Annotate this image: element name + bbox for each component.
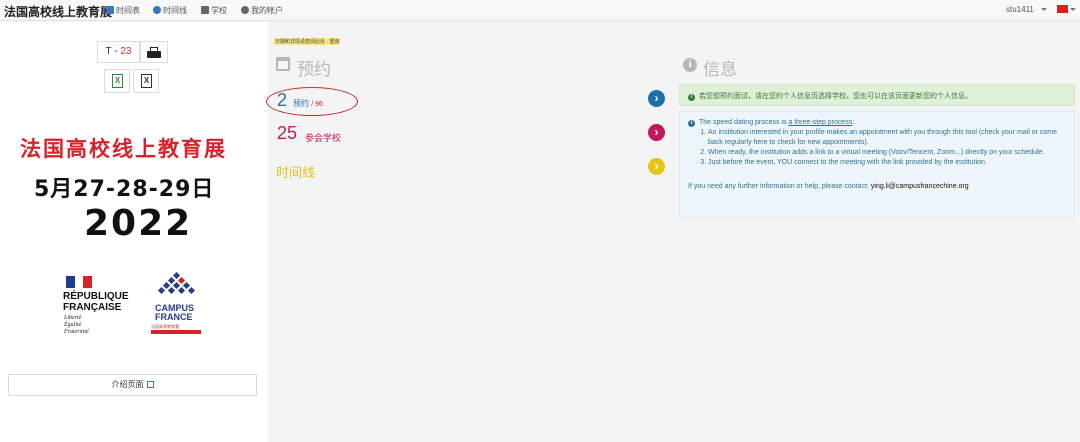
info-icon: i (683, 58, 697, 72)
info-heading: 信息 (703, 60, 737, 79)
chevron-right-icon[interactable]: › (648, 90, 665, 107)
table-code: T - 23 (97, 41, 140, 63)
external-link-icon (146, 381, 154, 388)
process-info-alert: i The speed dating process is a three-ste… (679, 111, 1075, 218)
user-icon (241, 6, 249, 14)
list-item: Just before the event, YOU connect to th… (708, 158, 1066, 168)
campus-france-bar (151, 330, 201, 334)
users-icon (201, 6, 209, 14)
contact-email-link[interactable]: ying.li@campusfrancechine.org (871, 183, 969, 190)
china-flag-icon[interactable] (1057, 5, 1068, 13)
fair-year: 2022 (84, 203, 193, 244)
republique-francaise-text: RÉPUBLIQUE FRANÇAISE (63, 291, 129, 313)
appointment-count[interactable]: 2 (277, 90, 287, 111)
chevron-right-icon[interactable]: › (648, 124, 665, 141)
fair-dates: 5月27-28-29日 (34, 177, 215, 202)
profile-alert: i 若您想预约面试，请在您的个人信息页选择学校。您也可以在该页面更新您的个人信息。 (679, 84, 1075, 106)
user-menu[interactable]: stu1411 (1006, 5, 1034, 14)
export-excel-alt-button[interactable]: X (133, 69, 159, 93)
intro-page-link[interactable]: 介绍页面 (8, 374, 257, 396)
appointment-label[interactable]: 预约 / 96 (293, 98, 323, 109)
contact-line: If you need any further information or h… (688, 183, 969, 190)
info-icon: i (688, 94, 695, 101)
campus-france-logo (157, 272, 196, 295)
list-item: An institution interested in your profil… (708, 128, 1066, 148)
republique-motto: Liberté Égalité Fraternité (64, 315, 89, 335)
appointments-heading: 预约 (297, 60, 331, 79)
excel-icon: X (141, 74, 152, 88)
nav-my-account[interactable]: 我的帐户 (241, 5, 283, 16)
top-navbar: 法国高校线上教育展 时间表 时间线 学校 我的帐户 stu1411 (0, 0, 1080, 21)
print-button[interactable] (140, 41, 168, 63)
three-step-link[interactable]: a three-step process (789, 119, 853, 126)
nav-schools[interactable]: 学校 (201, 5, 227, 16)
timeline-link[interactable]: 时间线 (276, 162, 315, 181)
campus-france-text: CAMPUS FRANCE (155, 303, 195, 322)
calendar-icon (276, 57, 290, 71)
steps-list: An institution interested in your profil… (708, 128, 1066, 168)
info-icon: i (688, 120, 695, 127)
brand-title[interactable]: 法国高校线上教育展 (4, 3, 112, 20)
chevron-down-icon[interactable] (1070, 8, 1076, 11)
list-item: When ready, the institution adds a link … (708, 148, 1066, 158)
export-excel-button[interactable]: X (104, 69, 130, 93)
excel-icon: X (112, 74, 123, 88)
nav-timeline[interactable]: 时间线 (153, 5, 187, 16)
chevron-down-icon[interactable] (1041, 8, 1047, 11)
republique-francaise-logo (66, 276, 92, 288)
calendar-icon (106, 6, 114, 14)
highlight-note: 日期和详情请查阅此处 · 重启 (274, 38, 341, 45)
nav-schedule[interactable]: 时间表 (106, 5, 140, 16)
chevron-right-icon[interactable]: › (648, 158, 665, 175)
fair-title: 法国高校线上教育展 (20, 136, 227, 161)
schools-label[interactable]: 参会学校 (305, 131, 341, 144)
clock-icon (153, 6, 161, 14)
schools-count[interactable]: 25 (277, 123, 297, 144)
